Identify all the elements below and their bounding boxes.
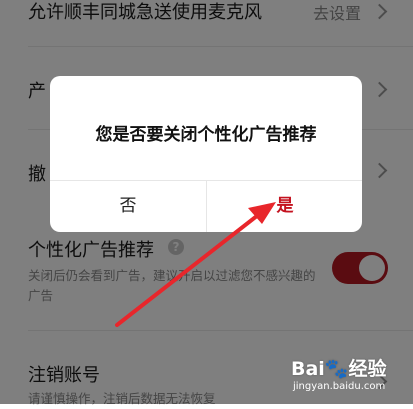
watermark-url: jingyan.baidu.com <box>293 381 386 392</box>
no-button[interactable]: 否 <box>50 181 206 232</box>
confirm-dialog: 您是否要关闭个性化广告推荐 否 是 <box>50 76 362 232</box>
baidu-jingyan-watermark: Bai🐾经验 jingyan.baidu.com <box>291 354 409 400</box>
yes-button[interactable]: 是 <box>207 181 362 232</box>
watermark-logo: Bai🐾经验 <box>291 358 387 380</box>
dialog-title: 您是否要关闭个性化广告推荐 <box>95 125 317 145</box>
